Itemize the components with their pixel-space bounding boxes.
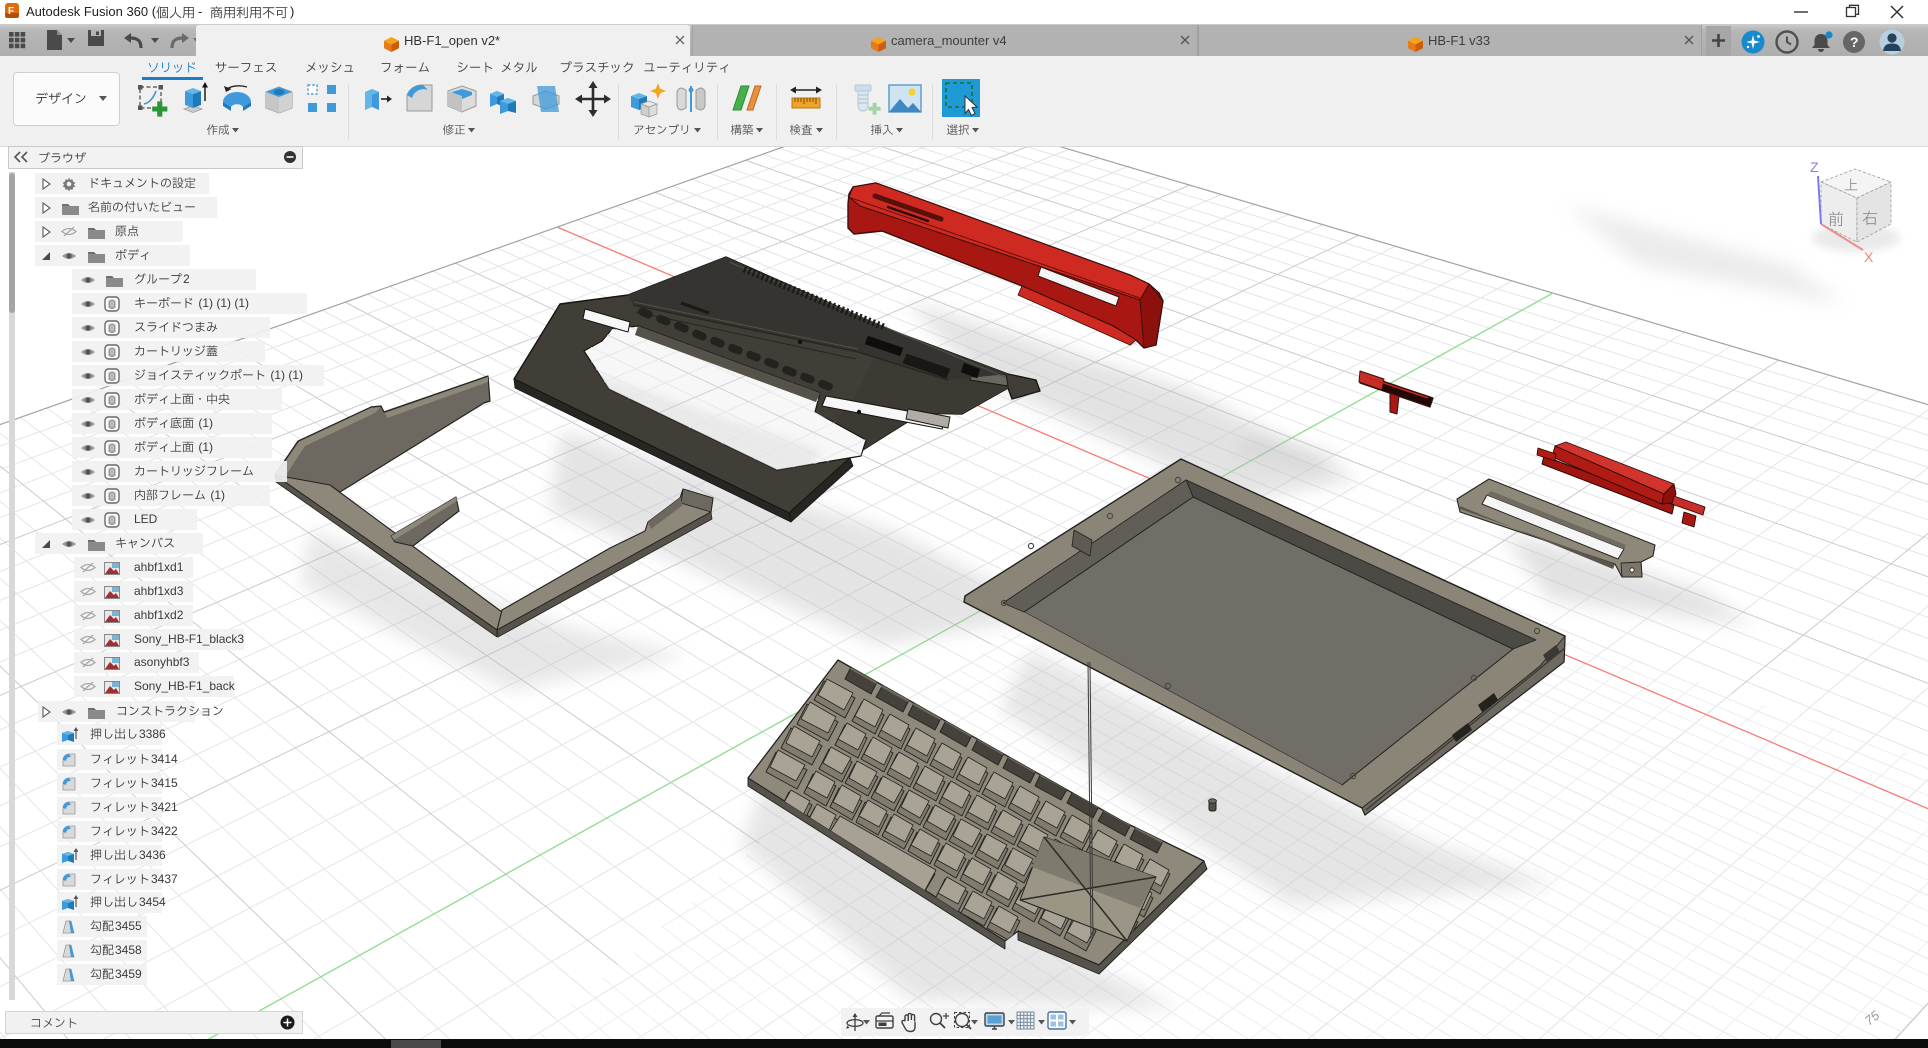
svg-text:?: ? xyxy=(1850,34,1859,50)
svg-text:X: X xyxy=(1864,249,1874,265)
svg-text:Z: Z xyxy=(1810,159,1819,175)
svg-text:F: F xyxy=(8,6,14,17)
